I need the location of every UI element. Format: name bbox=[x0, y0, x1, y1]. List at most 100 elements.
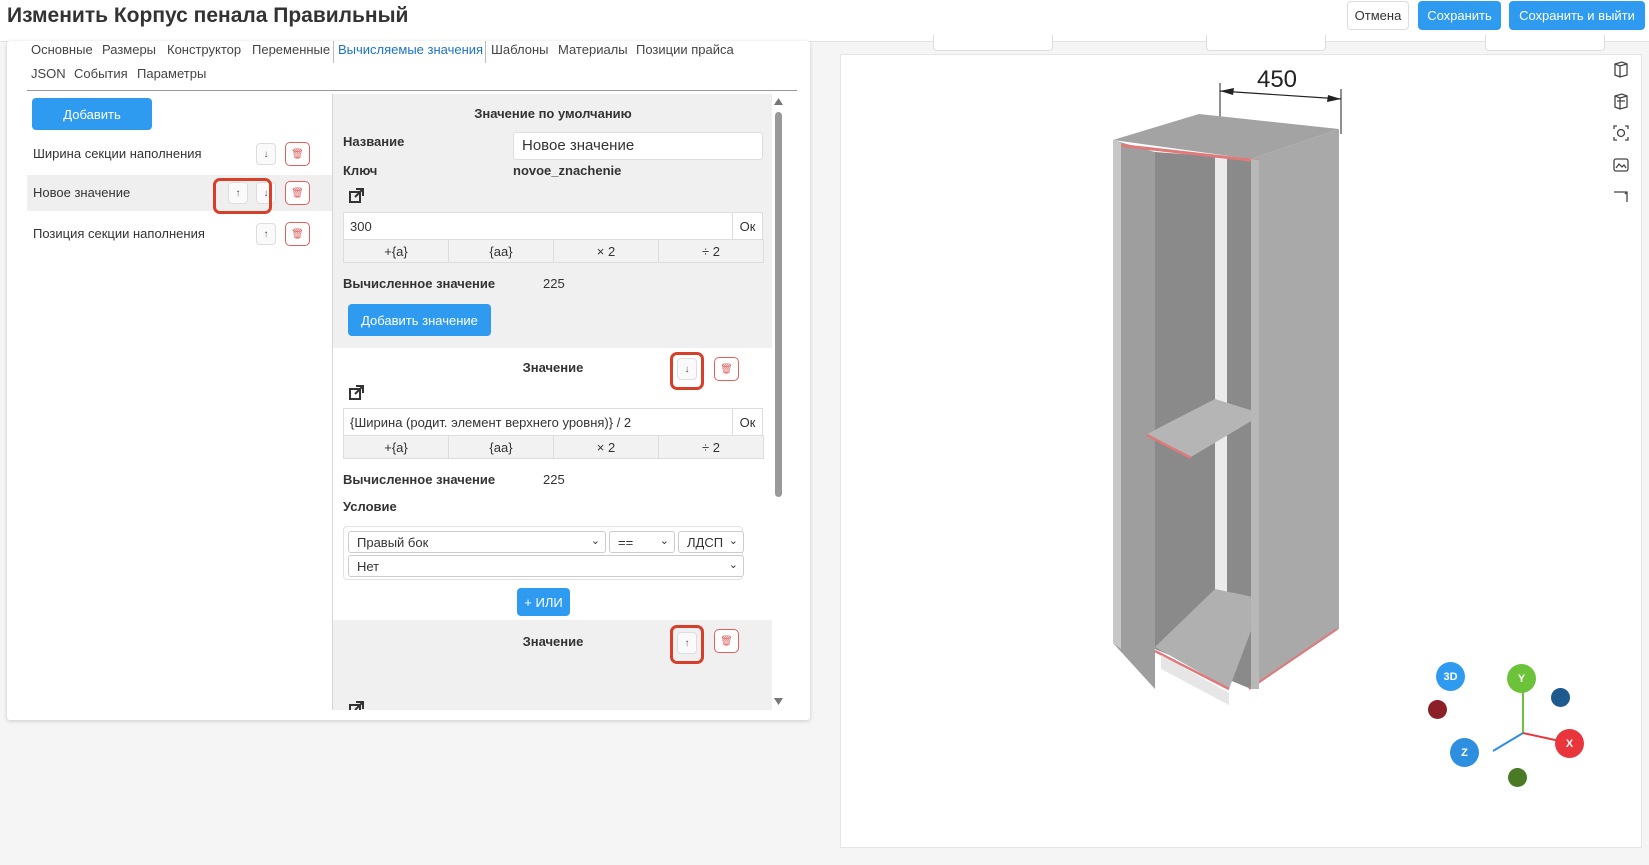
viewport-toolbar bbox=[840, 35, 1642, 53]
chevron-down-icon: ⌄ bbox=[590, 535, 600, 547]
delete-button[interactable]: 🗑 bbox=[285, 181, 310, 205]
viewport-field[interactable] bbox=[1206, 35, 1326, 51]
chevron-down-icon: ⌄ bbox=[728, 535, 738, 547]
name-input[interactable]: Новое значение bbox=[513, 132, 763, 160]
move-down-button[interactable]: ↓ bbox=[256, 143, 276, 165]
expression-input[interactable]: {Ширина (родит. элемент верхнего уровня)… bbox=[343, 408, 763, 436]
key-value: novoe_znachenie bbox=[513, 163, 622, 178]
condition-field-value: Правый бок bbox=[357, 535, 429, 550]
axis-neg-y-button[interactable] bbox=[1508, 768, 1527, 787]
external-link-icon[interactable] bbox=[347, 384, 365, 402]
tab-events[interactable]: События bbox=[74, 66, 128, 81]
page-title: Изменить Корпус пенала Правильный bbox=[7, 4, 409, 27]
tab-sizes[interactable]: Размеры bbox=[102, 42, 156, 57]
condition-second-value: Нет bbox=[357, 559, 380, 574]
axis-z-button[interactable]: Z bbox=[1450, 738, 1479, 767]
save-and-exit-button[interactable]: Сохранить и выйти bbox=[1509, 1, 1645, 30]
viewport-field[interactable] bbox=[933, 35, 1053, 51]
op-multiply-button[interactable]: × 2 bbox=[553, 435, 659, 459]
op-add-var-button[interactable]: +{a} bbox=[343, 239, 449, 263]
expression-input[interactable]: 300 Ок bbox=[343, 212, 763, 240]
condition-label: Условие bbox=[343, 499, 397, 514]
condition-box: Правый бок ⌄ == ⌄ ЛДСП ⌄ Нет ⌄ bbox=[343, 526, 744, 580]
list-item[interactable]: Новое значение ↑ ↓ 🗑 bbox=[27, 175, 339, 211]
move-up-button[interactable]: ↑ bbox=[256, 223, 276, 245]
save-button[interactable]: Сохранить bbox=[1418, 1, 1501, 30]
screenshot-icon[interactable] bbox=[1612, 124, 1630, 142]
tab-json[interactable]: JSON bbox=[31, 66, 66, 81]
ok-button[interactable]: Ок bbox=[732, 213, 762, 239]
axis-neg-x-button[interactable] bbox=[1428, 700, 1447, 719]
computed-value: 225 bbox=[543, 472, 565, 487]
cabinet-model: 450 bbox=[1113, 69, 1342, 705]
value-title: Значение bbox=[522, 360, 584, 375]
axis-neg-z-button[interactable] bbox=[1551, 688, 1570, 707]
delete-button[interactable]: 🗑 bbox=[285, 222, 310, 246]
value-editor: Значение по умолчанию Название Новое зна… bbox=[332, 94, 772, 710]
expression-text: {Ширина (родит. элемент верхнего уровня)… bbox=[350, 415, 632, 430]
trash-icon: 🗑 bbox=[291, 187, 304, 199]
viewport-field[interactable] bbox=[1485, 35, 1605, 51]
tab-variables[interactable]: Переменные bbox=[252, 42, 330, 57]
image-icon[interactable] bbox=[1612, 156, 1630, 174]
condition-value-select[interactable]: ЛДСП ⌄ bbox=[678, 531, 744, 553]
list-item[interactable]: Позиция секции наполнения ↑ 🗑 bbox=[27, 216, 339, 252]
op-divide-button[interactable]: ÷ 2 bbox=[658, 435, 764, 459]
op-multiply-button[interactable]: × 2 bbox=[553, 239, 659, 263]
highlight-box bbox=[213, 178, 272, 214]
tab-materials[interactable]: Материалы bbox=[558, 42, 628, 57]
delete-button[interactable]: 🗑 bbox=[714, 357, 739, 381]
tab-divider bbox=[485, 41, 486, 63]
top-bar: Изменить Корпус пенала Правильный Отмена… bbox=[0, 0, 1649, 42]
trash-icon: 🗑 bbox=[291, 148, 304, 160]
list-item-label: Позиция секции наполнения bbox=[33, 226, 205, 241]
condition-value-text: ЛДСП bbox=[687, 535, 724, 550]
list-item-label: Ширина секции наполнения bbox=[33, 146, 202, 161]
chevron-down-icon: ⌄ bbox=[659, 535, 669, 547]
operator-buttons: +{a} {aa} × 2 ÷ 2 bbox=[343, 435, 764, 459]
front-view-icon[interactable] bbox=[1612, 60, 1630, 78]
scroll-thumb[interactable] bbox=[775, 112, 782, 497]
delete-button[interactable]: 🗑 bbox=[285, 142, 310, 166]
tab-constructor[interactable]: Конструктор bbox=[167, 42, 241, 57]
op-add-var-button[interactable]: +{a} bbox=[343, 435, 449, 459]
value-section: Значение ↓ 🗑 {Ширина (родит. элемент вер… bbox=[333, 348, 772, 620]
tab-templates[interactable]: Шаблоны bbox=[491, 42, 549, 57]
op-var-button[interactable]: {aa} bbox=[448, 239, 554, 263]
tab-divider bbox=[333, 41, 334, 63]
condition-operator-select[interactable]: == ⌄ bbox=[609, 531, 675, 553]
expression-text: 300 bbox=[350, 219, 372, 234]
tab-computed-values[interactable]: Вычисляемые значения bbox=[338, 42, 483, 57]
value-title: Значение bbox=[522, 634, 584, 649]
delete-button[interactable]: 🗑 bbox=[714, 629, 739, 653]
external-link-icon[interactable] bbox=[347, 700, 365, 710]
side-view-icon[interactable] bbox=[1612, 92, 1630, 110]
tab-parameters[interactable]: Параметры bbox=[137, 66, 206, 81]
add-button[interactable]: Добавить bbox=[32, 98, 152, 130]
condition-field-select[interactable]: Правый бок ⌄ bbox=[348, 531, 606, 553]
tab-main[interactable]: Основные bbox=[31, 42, 93, 57]
tab-price-positions[interactable]: Позиции прайса bbox=[636, 42, 734, 57]
chevron-down-icon: ⌄ bbox=[728, 559, 738, 571]
dimension-label: 450 bbox=[1257, 69, 1297, 93]
op-var-button[interactable]: {aa} bbox=[448, 435, 554, 459]
operator-buttons: +{a} {aa} × 2 ÷ 2 bbox=[343, 239, 764, 263]
scrollbar[interactable] bbox=[772, 94, 785, 710]
ok-button[interactable]: Ок bbox=[732, 409, 762, 435]
3d-viewport[interactable]: 450 3D Y X Z bbox=[840, 54, 1642, 848]
list-item[interactable]: Ширина секции наполнения ↓ 🗑 bbox=[27, 136, 339, 172]
computed-label: Вычисленное значение bbox=[343, 276, 496, 291]
axis-x-button[interactable]: X bbox=[1555, 729, 1584, 758]
tab-bar: Основные Размеры Конструктор Переменные … bbox=[27, 41, 797, 91]
cancel-button[interactable]: Отмена bbox=[1347, 1, 1409, 30]
add-value-button[interactable]: Добавить значение bbox=[348, 304, 491, 336]
dimension-icon[interactable] bbox=[1612, 188, 1630, 206]
axis-y-button[interactable]: Y bbox=[1507, 664, 1536, 693]
op-divide-button[interactable]: ÷ 2 bbox=[658, 239, 764, 263]
view-3d-button[interactable]: 3D bbox=[1436, 662, 1465, 691]
trash-icon: 🗑 bbox=[291, 228, 304, 240]
add-or-button[interactable]: + ИЛИ bbox=[517, 588, 570, 616]
external-link-icon[interactable] bbox=[347, 187, 365, 205]
condition-second-select[interactable]: Нет ⌄ bbox=[348, 555, 744, 577]
default-value-title: Значение по умолчанию bbox=[474, 106, 632, 121]
